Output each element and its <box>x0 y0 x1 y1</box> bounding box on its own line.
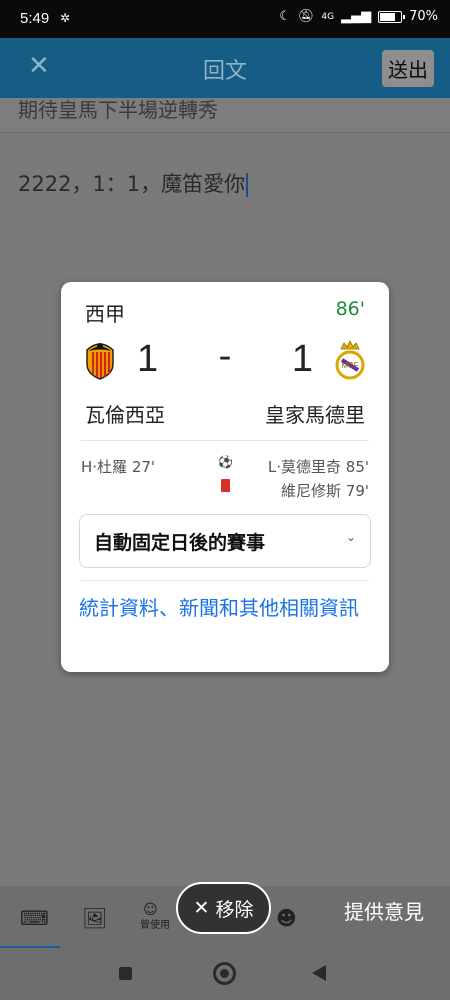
away-team-name: 皇家馬德里 <box>265 403 365 427</box>
divider <box>81 440 369 441</box>
remove-label: 移除 <box>215 898 254 921</box>
moon-icon: ☾ <box>279 9 291 24</box>
away-score: 1 <box>291 338 313 380</box>
away-scorer-1: L‧莫德里奇 85' <box>267 458 369 476</box>
network-label: 4G <box>321 11 335 22</box>
away-scorer-2: 維尼修斯 79' <box>281 482 369 500</box>
close-icon: ✕ <box>193 897 210 919</box>
match-minute: 86' <box>335 298 365 320</box>
home-button[interactable] <box>213 962 236 985</box>
real-madrid-crest-icon: MCF <box>335 340 365 380</box>
goal-ball-icon: ⚽ <box>218 455 233 469</box>
recents-button[interactable] <box>119 967 132 980</box>
status-icons: ☾ 🔕︎ 4G ▂▄▆ 70% <box>279 9 438 24</box>
feedback-button[interactable]: 提供意見 <box>344 896 424 925</box>
keyboard-icon[interactable]: ⌨ <box>20 906 49 930</box>
battery-percent: 70% <box>409 9 438 24</box>
home-team-name: 瓦倫西亞 <box>85 403 165 427</box>
image-icon[interactable]: 🖼︎ <box>82 906 107 930</box>
score-card[interactable]: 西甲 86' 1 - 1 MCF 瓦倫西亞 皇家馬德里 H‧杜羅 27' ⚽ L… <box>61 282 389 672</box>
settings-icon: ✲ <box>60 11 71 25</box>
system-nav-bar <box>0 948 450 1000</box>
chevron-down-icon: ⌄ <box>345 530 356 544</box>
svg-text:MCF: MCF <box>341 361 358 370</box>
red-card-icon <box>221 479 230 492</box>
compose-field[interactable]: 2222，1：1，魔笛愛你 <box>18 168 249 198</box>
status-time: 5:49 <box>20 10 50 27</box>
mute-bell-icon: 🔕︎ <box>297 9 315 24</box>
send-button[interactable]: 送出 <box>382 50 434 87</box>
more-info-link[interactable]: 統計資料、新聞和其他相關資訊 <box>79 592 369 624</box>
quoted-text: 期待皇馬下半場逆轉秀 <box>18 98 218 122</box>
app-bar: ✕ 回文 送出 <box>0 38 450 98</box>
remove-button[interactable]: ✕ 移除 <box>176 882 271 934</box>
divider <box>81 580 369 581</box>
sticker-icon[interactable]: ☻ <box>276 906 297 930</box>
pin-matches-select[interactable]: 自動固定日後的賽事 ⌄ <box>79 514 371 568</box>
home-scorers: H‧杜羅 27' <box>81 458 156 476</box>
pin-matches-label: 自動固定日後的賽事 <box>94 532 266 554</box>
recent-used-label: 曾使用 <box>140 920 170 931</box>
text-cursor <box>246 173 249 197</box>
back-button[interactable] <box>312 965 326 981</box>
status-bar: 5:49 ✲ ☾ 🔕︎ 4G ▂▄▆ 70% <box>0 0 450 38</box>
compose-text: 2222，1：1，魔笛愛你 <box>18 172 246 196</box>
quoted-post: 期待皇馬下半場逆轉秀 <box>0 98 450 133</box>
battery-fill <box>380 12 396 21</box>
battery-icon <box>378 10 406 23</box>
signal-icon: ▂▄▆ <box>341 9 372 24</box>
league-name: 西甲 <box>85 302 125 326</box>
